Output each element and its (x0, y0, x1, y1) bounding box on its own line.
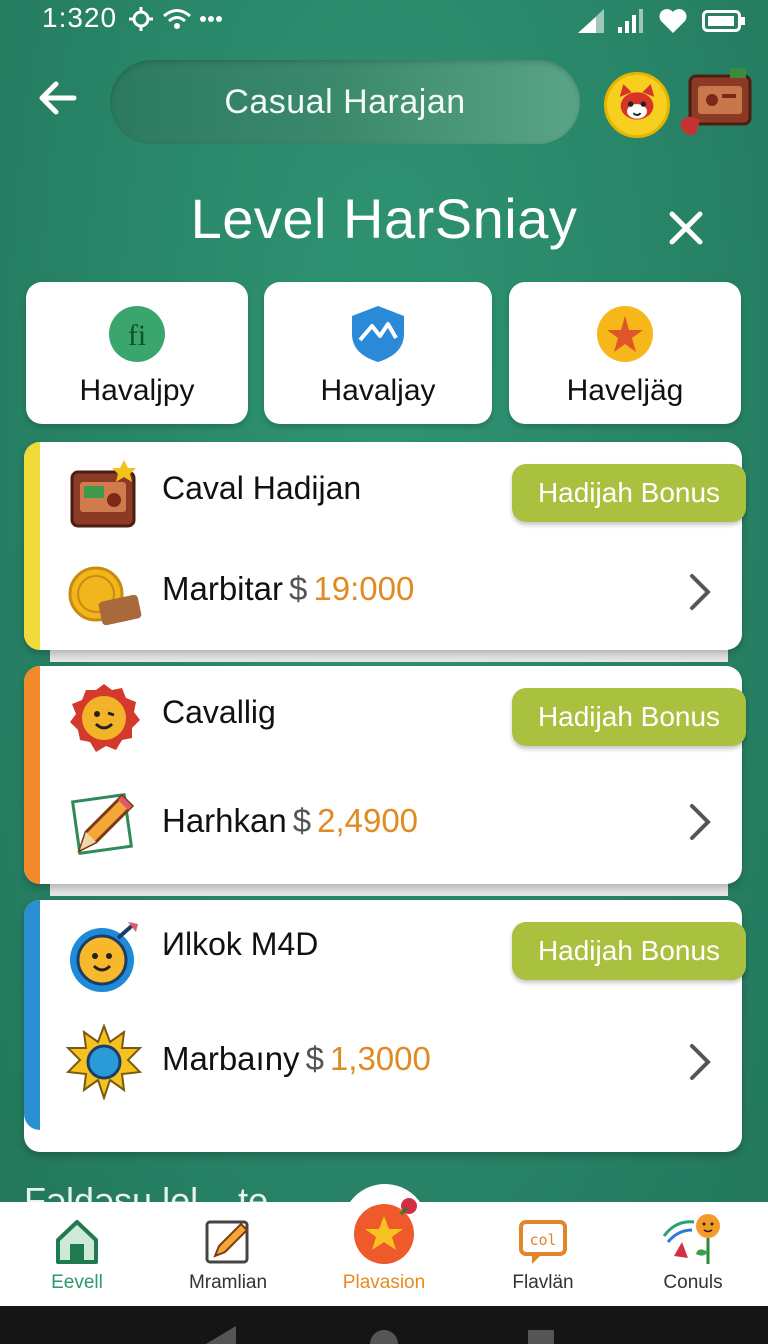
home-icon (56, 1220, 98, 1264)
radio-icon (70, 460, 136, 528)
search-bar[interactable]: Casual Harajan (110, 60, 580, 144)
coin-wallet-icon (68, 566, 142, 626)
close-icon[interactable] (666, 208, 706, 248)
offer-card-1[interactable]: Caval Hadijan Hadijah Bonus Marbitar $19:… (24, 442, 746, 650)
card-accent-stripe (24, 900, 40, 1130)
nav-label: Mramlian (188, 1272, 268, 1293)
star-icon (597, 306, 653, 362)
smiley-dart-icon (70, 922, 138, 992)
offer-title: Cavallig (162, 694, 276, 730)
offer-card-2[interactable]: Cavallig Hadijah Bonus Harhkan $2,4900 (24, 666, 746, 884)
sun-icon (66, 1024, 142, 1100)
nav-item-flavlan[interactable]: col Flavlän (468, 1202, 618, 1306)
price-amount: 1,3000 (329, 1040, 431, 1077)
page-title: Level HarSniay (190, 187, 578, 250)
offer-price-line: Marbitar $19:000 (162, 570, 414, 608)
price-amount: 2,4900 (317, 802, 419, 839)
nav-label: Plavasion (342, 1272, 426, 1293)
bonus-badge[interactable]: Hadijah Bonus (512, 922, 746, 980)
price-label: Marbaıny (162, 1040, 300, 1077)
nav-item-plavasion[interactable]: Plavasion (309, 1198, 459, 1306)
category-label: Havaljay (320, 374, 436, 407)
category-label: Havaljpy (79, 374, 195, 407)
status-icons-right (578, 8, 746, 34)
nav-item-eevell[interactable]: Eevell (2, 1202, 152, 1306)
chat-icon: col (519, 1220, 567, 1264)
chevron-right-icon[interactable] (686, 1042, 714, 1082)
system-navigation-bar (0, 1306, 768, 1344)
recents-square-icon[interactable] (528, 1326, 554, 1344)
fi-badge-icon: fi (109, 306, 165, 362)
price-label: Marbitar (162, 570, 284, 607)
shield-icon (352, 306, 404, 362)
smiley-flower-icon (662, 1214, 720, 1264)
wifi-icon (163, 9, 191, 29)
svg-text:col: col (529, 1231, 556, 1249)
pencil-icon (205, 1220, 249, 1264)
battery-icon (702, 10, 745, 32)
nav-label: Flavlän (512, 1272, 574, 1293)
search-text: Casual Harajan (224, 82, 466, 121)
currency-symbol: $ (289, 570, 308, 607)
radio-gift-icon[interactable] (676, 64, 758, 140)
offer-price-line: Harhkan $2,4900 (162, 802, 418, 840)
status-bar: 1:320 (0, 0, 768, 40)
signal-icon (618, 9, 643, 33)
offer-price-line: Marbaıny $1,3000 (162, 1040, 431, 1078)
price-label: Harhkan (162, 802, 287, 839)
offer-title: Caval Hadijan (162, 470, 362, 506)
pencil-icon (70, 792, 135, 856)
nav-item-mramlian[interactable]: Mramlian (153, 1202, 303, 1306)
status-icons-left (128, 6, 222, 32)
offer-title: Иlkok M4D (162, 926, 319, 962)
bonus-badge[interactable]: Hadijah Bonus (512, 464, 746, 522)
nav-item-conuls[interactable]: Conuls (618, 1202, 768, 1306)
nav-label: Eevell (51, 1272, 103, 1293)
more-dots-icon (200, 16, 222, 22)
nav-label: Conuls (663, 1272, 723, 1293)
home-circle-icon[interactable] (369, 1326, 399, 1344)
price-amount: 19:000 (313, 570, 415, 607)
card-accent-stripe (24, 666, 40, 884)
signal-icon (578, 9, 604, 33)
settings-icon (129, 7, 153, 31)
currency-symbol: $ (305, 1040, 324, 1077)
chevron-right-icon[interactable] (686, 572, 714, 612)
star-icon (354, 1198, 417, 1264)
category-label: Haveljäg (566, 374, 684, 407)
heart-icon (659, 9, 687, 34)
cat-avatar-icon[interactable] (604, 72, 670, 138)
card-shadow-strip (50, 648, 728, 662)
category-card-1[interactable]: fi Havaljpy (26, 282, 248, 424)
card-accent-stripe (24, 442, 40, 650)
status-time: 1:320 (42, 2, 118, 33)
card-shadow-strip (50, 882, 728, 896)
chevron-right-icon[interactable] (686, 802, 714, 842)
back-arrow-icon[interactable] (34, 74, 82, 122)
fi-badge-text: fi (128, 319, 146, 352)
bonus-badge[interactable]: Hadijah Bonus (512, 688, 746, 746)
smiley-badge-icon (70, 684, 140, 752)
category-card-3[interactable]: Haveljäg (509, 282, 741, 424)
offer-card-3[interactable]: Иlkok M4D Hadijah Bonus Marbaıny $1,3000 (24, 900, 746, 1152)
bottom-navigation: Eevell Mramlian Plavasion col Flavlän Co… (0, 1198, 768, 1306)
app-screen: 1:320 Casual Harajan Level HarSniay fi H… (0, 0, 768, 1344)
back-triangle-icon[interactable] (206, 1326, 236, 1344)
category-card-2[interactable]: Havaljay (264, 282, 492, 424)
currency-symbol: $ (292, 802, 312, 839)
